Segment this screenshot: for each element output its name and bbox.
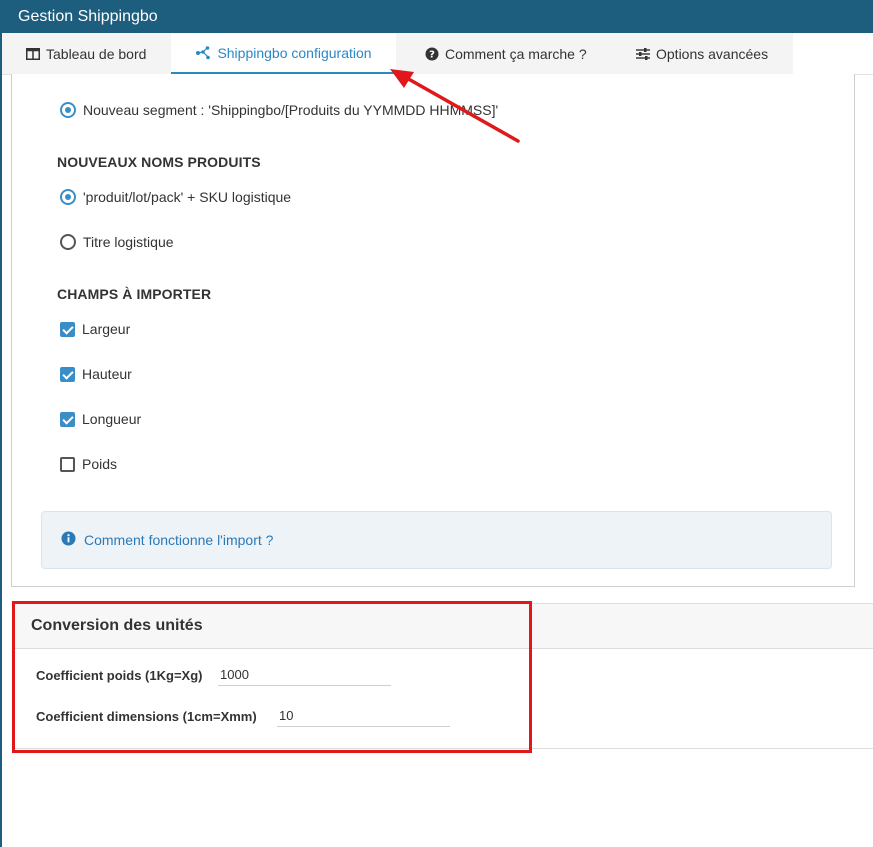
- tab-shippingbo-configuration[interactable]: Shippingbo configuration: [171, 33, 396, 74]
- largeur-checkbox[interactable]: [60, 321, 75, 337]
- import-info-box: Comment fonctionne l'import ?: [41, 511, 832, 569]
- option-label: 'produit/lot/pack' + SKU logistique: [83, 189, 292, 205]
- annotation-arrow-icon: [390, 69, 520, 143]
- table-icon: [26, 47, 40, 60]
- product-name-radio-sku[interactable]: [60, 189, 76, 205]
- product-name-option-title[interactable]: Titre logistique: [60, 234, 174, 250]
- weight-coefficient-input[interactable]: [218, 664, 391, 686]
- hauteur-checkbox[interactable]: [60, 366, 75, 382]
- tab-dashboard[interactable]: Tableau de bord: [26, 33, 156, 74]
- poids-checkbox[interactable]: [60, 456, 75, 472]
- option-label: Titre logistique: [83, 234, 174, 250]
- checkbox-label: Hauteur: [82, 366, 132, 382]
- checkbox-label: Poids: [82, 456, 118, 472]
- longueur-checkbox[interactable]: [60, 411, 75, 427]
- checkbox-label: Longueur: [82, 411, 142, 427]
- tab-label: Tableau de bord: [46, 45, 147, 62]
- product-name-radio-title[interactable]: [60, 234, 76, 250]
- configuration-panel: Nouveau segment : 'Shippingbo/[Produits …: [11, 74, 855, 587]
- svg-text:?: ?: [429, 49, 435, 60]
- checkbox-label: Largeur: [82, 321, 131, 337]
- field-checkbox-poids[interactable]: Poids: [60, 456, 117, 472]
- product-name-option-sku[interactable]: 'produit/lot/pack' + SKU logistique: [60, 189, 291, 205]
- segment-radio[interactable]: [60, 102, 76, 118]
- field-checkbox-largeur[interactable]: Largeur: [60, 321, 130, 337]
- dimensions-coefficient-input[interactable]: [277, 705, 450, 727]
- import-fields-heading: CHAMPS À IMPORTER: [57, 286, 212, 302]
- network-icon: [195, 45, 211, 60]
- product-names-heading: NOUVEAUX NOMS PRODUITS: [57, 154, 261, 170]
- field-checkbox-hauteur[interactable]: Hauteur: [60, 366, 132, 382]
- window-left-edge: [0, 0, 2, 847]
- tab-label: Options avancées: [656, 45, 769, 62]
- info-circle-icon: [61, 531, 76, 549]
- dimensions-coefficient-label: Coefficient dimensions (1cm=Xmm): [36, 709, 257, 724]
- field-checkbox-longueur[interactable]: Longueur: [60, 411, 141, 427]
- weight-coefficient-label: Coefficient poids (1Kg=Xg): [36, 668, 203, 683]
- tab-label: Shippingbo configuration: [217, 44, 372, 61]
- import-help-link[interactable]: Comment fonctionne l'import ?: [84, 532, 273, 548]
- tab-advanced-options[interactable]: Options avancées: [636, 33, 786, 74]
- sliders-icon: [636, 47, 650, 60]
- app-title: Gestion Shippingbo: [0, 0, 873, 33]
- question-circle-icon: ?: [425, 47, 439, 61]
- conversion-title: Conversion des unités: [31, 617, 203, 634]
- conversion-bottom-divider: [14, 748, 873, 749]
